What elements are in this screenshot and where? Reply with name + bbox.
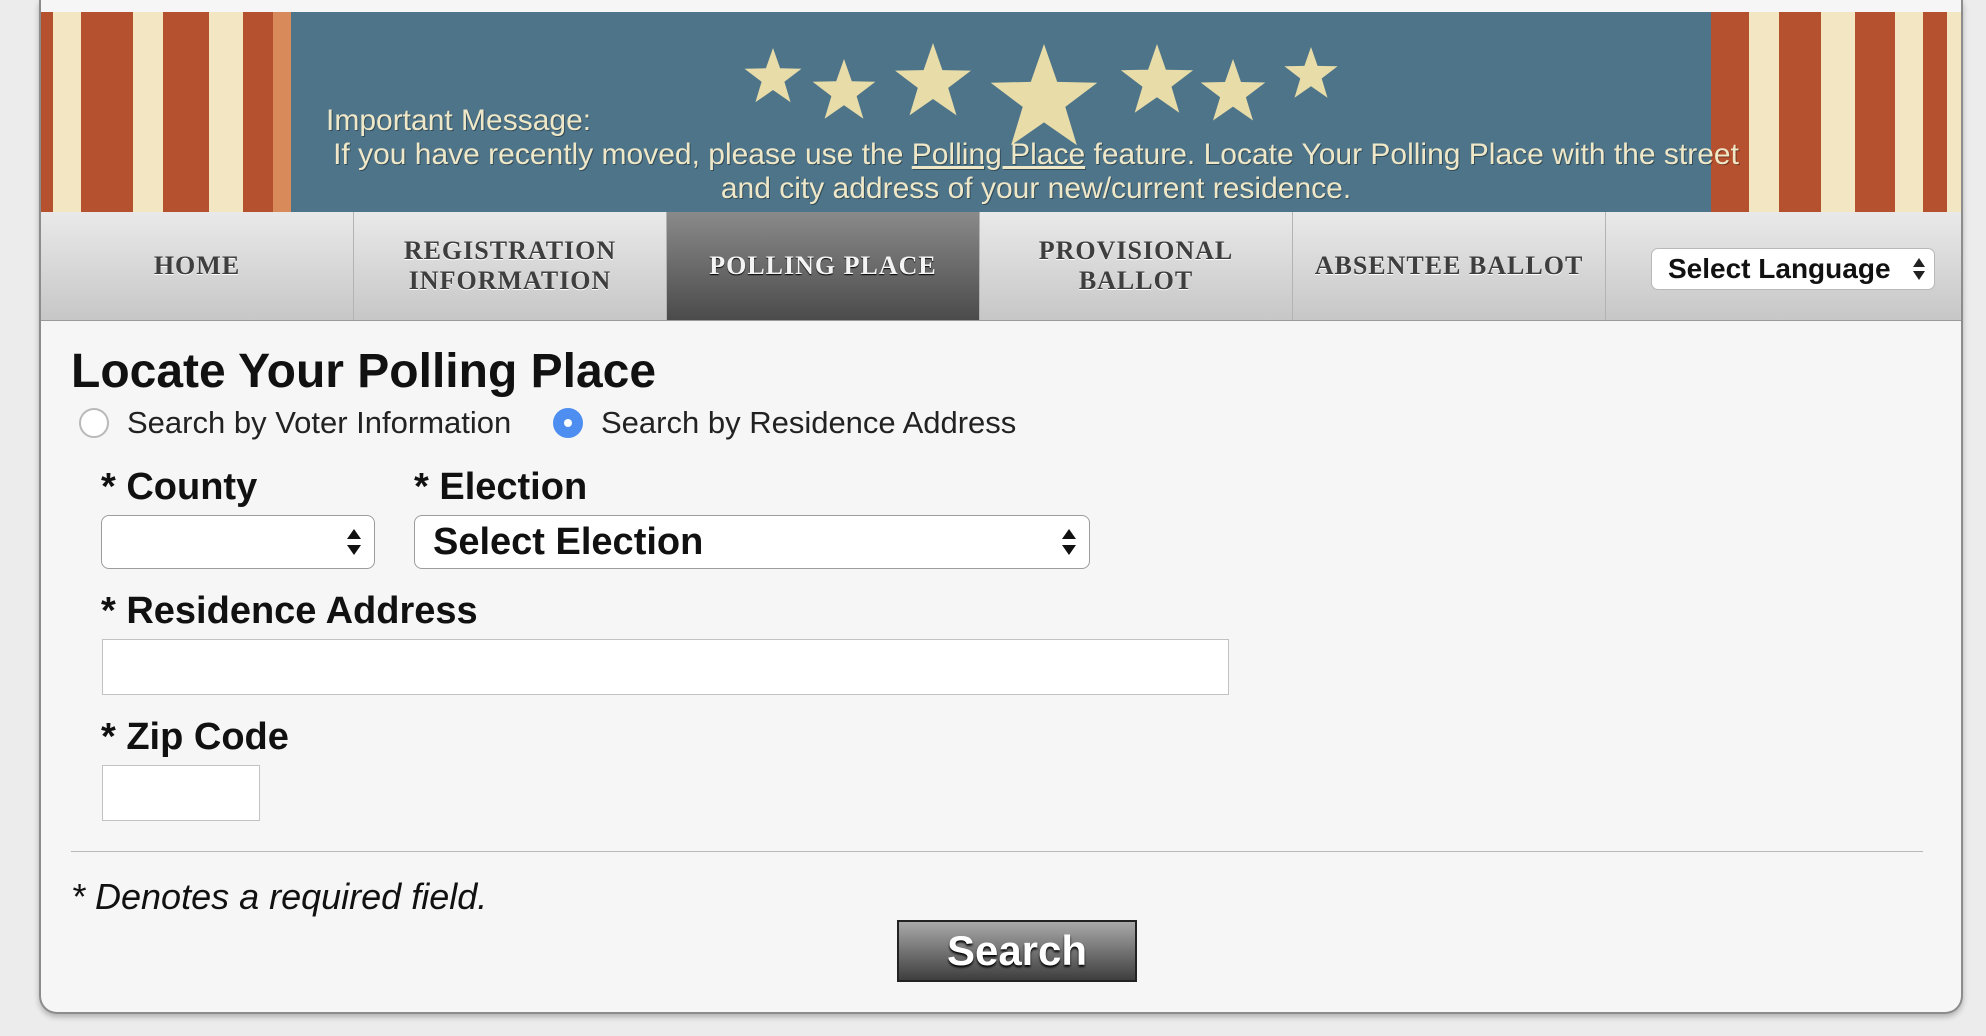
search-by-residence-option[interactable]: Search by Residence Address bbox=[553, 405, 1016, 441]
star-icon bbox=[744, 48, 802, 103]
message-title: Important Message: bbox=[326, 104, 592, 137]
nav-tab-provisional-ballot[interactable]: PROVISIONAL BALLOT bbox=[980, 212, 1293, 320]
select-arrows-icon bbox=[1062, 529, 1076, 555]
flag-banner: Important Message: If you have recently … bbox=[41, 12, 1961, 212]
required-field-note: * Denotes a required field. bbox=[71, 876, 488, 917]
county-label: * County bbox=[101, 466, 258, 508]
star-icon bbox=[1284, 47, 1338, 98]
language-select[interactable]: Select Language bbox=[1651, 248, 1935, 290]
election-label: * Election bbox=[414, 466, 588, 508]
star-icon bbox=[1120, 44, 1194, 113]
residence-address-label: * Residence Address bbox=[101, 590, 478, 632]
important-message: Important Message: If you have recently … bbox=[326, 104, 1746, 206]
polling-place-link[interactable]: Polling Place bbox=[912, 138, 1085, 171]
zip-code-label: * Zip Code bbox=[101, 716, 289, 758]
search-by-voter-info-option[interactable]: Search by Voter Information bbox=[79, 405, 511, 441]
county-select[interactable] bbox=[101, 515, 375, 569]
residence-address-input[interactable] bbox=[102, 639, 1229, 695]
election-select[interactable]: Select Election bbox=[414, 515, 1090, 569]
select-arrows-icon bbox=[347, 529, 361, 555]
nav-tab-home[interactable]: HOME bbox=[41, 212, 354, 320]
flag-stripes-right bbox=[1711, 12, 1961, 212]
language-select-value: Select Language bbox=[1668, 253, 1891, 284]
flag-stripes-left bbox=[41, 12, 291, 212]
nav-tab-absentee-ballot[interactable]: ABSENTEE BALLOT bbox=[1293, 212, 1606, 320]
nav-tab-registration-information[interactable]: REGISTRATION INFORMATION bbox=[354, 212, 667, 320]
search-by-voter-info-label: Search by Voter Information bbox=[127, 405, 512, 440]
search-by-residence-label: Search by Residence Address bbox=[601, 405, 1017, 440]
search-by-residence-radio[interactable] bbox=[553, 408, 583, 438]
search-by-voter-info-radio[interactable] bbox=[79, 408, 109, 438]
select-arrows-icon bbox=[1913, 258, 1925, 280]
nav-tab-polling-place[interactable]: POLLING PLACE bbox=[667, 212, 980, 320]
search-button[interactable]: Search bbox=[897, 920, 1137, 982]
election-select-value: Select Election bbox=[433, 520, 704, 563]
message-text-before-link: If you have recently moved, please use t… bbox=[333, 138, 912, 171]
form-divider bbox=[71, 851, 1923, 852]
main-navigation: HOME REGISTRATION INFORMATION POLLING PL… bbox=[41, 212, 1961, 321]
zip-code-input[interactable] bbox=[102, 765, 260, 821]
message-body: If you have recently moved, please use t… bbox=[326, 138, 1746, 206]
page-title: Locate Your Polling Place bbox=[71, 345, 657, 398]
main-panel: Important Message: If you have recently … bbox=[39, 0, 1963, 1014]
